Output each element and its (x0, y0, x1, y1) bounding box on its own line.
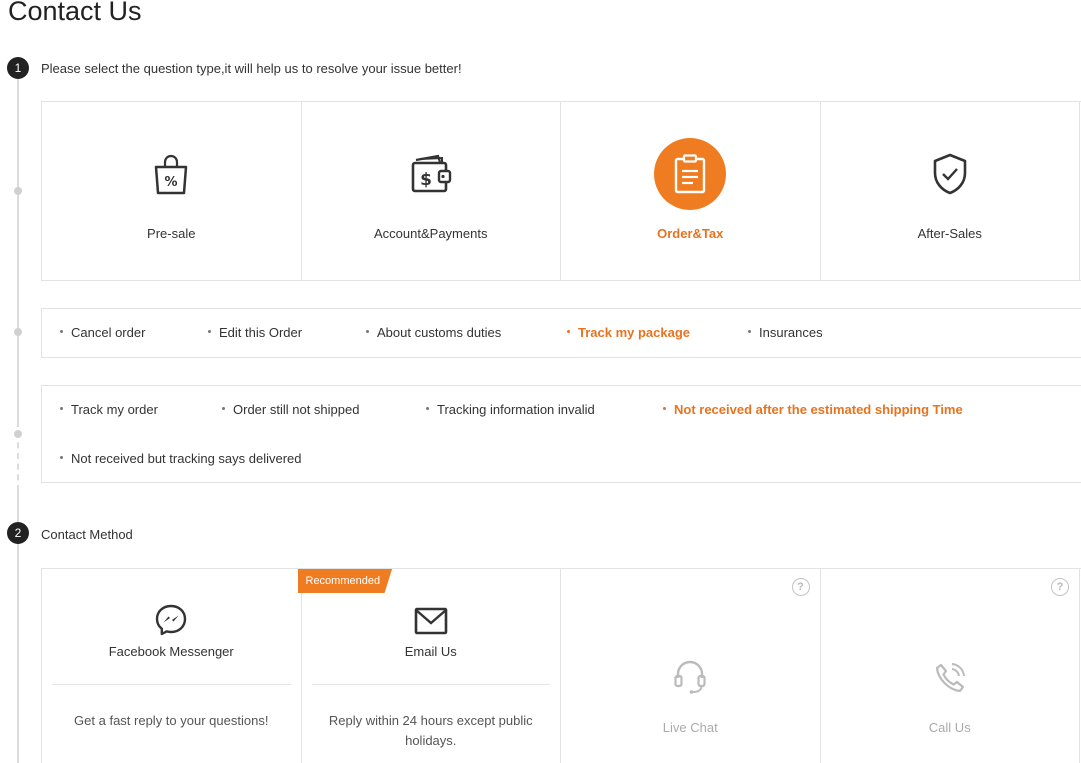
shield-check-icon (914, 138, 986, 210)
option-label: Not received but tracking says delivered (71, 451, 302, 466)
option-cancel-order[interactable]: Cancel order (60, 325, 145, 340)
package-issue-options: Track my order Order still not shipped T… (41, 385, 1081, 483)
category-label: Pre-sale (147, 226, 196, 241)
timeline-line (17, 78, 19, 421)
bullet (60, 456, 63, 460)
contact-description: Get a fast reply to your questions! (74, 713, 269, 728)
step-2-heading: Contact Method (41, 527, 133, 542)
clipboard-icon (654, 138, 727, 210)
step-2-badge: 2 (7, 522, 29, 544)
option-track-package[interactable]: Track my package (567, 325, 690, 340)
option-customs-duties[interactable]: About customs duties (366, 325, 501, 340)
contact-title: Facebook Messenger (108, 644, 234, 659)
shopping-bag-percent-icon: % (135, 138, 207, 210)
category-account-payments[interactable]: $ Account&Payments (302, 102, 561, 280)
option-label: Track my order (71, 402, 158, 417)
bullet (663, 407, 666, 411)
category-after-sales[interactable]: After-Sales (821, 102, 1080, 280)
option-label: Edit this Order (219, 325, 303, 340)
option-insurances[interactable]: Insurances (748, 325, 823, 340)
bullet (748, 330, 751, 334)
bullet (426, 407, 429, 411)
category-label: Account&Payments (374, 226, 488, 241)
step-1-badge: 1 (7, 57, 29, 79)
timeline-dot (14, 430, 22, 438)
timeline-dot (14, 328, 22, 336)
help-icon[interactable]: ? (1051, 578, 1069, 596)
bullet (222, 407, 225, 411)
option-label: Cancel order (71, 325, 146, 340)
messenger-icon (154, 603, 188, 642)
help-icon[interactable]: ? (791, 578, 810, 596)
timeline-line (17, 491, 19, 523)
bullet (60, 330, 63, 334)
option-label: Track my package (578, 325, 691, 340)
category-label: Order&Tax (657, 226, 724, 241)
option-label: Not received after the estimated shippin… (674, 402, 963, 417)
option-label: Order still not shipped (233, 402, 360, 417)
contact-call-us[interactable]: ? Call Us (821, 569, 1080, 763)
contact-title: Live Chat (662, 720, 718, 735)
bullet (60, 407, 63, 411)
divider (52, 684, 291, 685)
contact-description: Reply within 24 hours except public holi… (328, 713, 533, 748)
bullet (208, 330, 211, 334)
recommended-badge: Recommended (297, 569, 393, 593)
option-label: Insurances (759, 325, 823, 340)
option-track-order[interactable]: Track my order (60, 402, 158, 417)
contact-method-selector: Facebook Messenger Get a fast reply to y… (41, 568, 1081, 763)
category-order-tax[interactable]: Order&Tax (561, 102, 821, 280)
option-not-received-delivered[interactable]: Not received but tracking says delivered (60, 451, 302, 466)
bullet (366, 330, 369, 334)
option-edit-order[interactable]: Edit this Order (208, 325, 302, 340)
option-not-shipped[interactable]: Order still not shipped (222, 402, 359, 417)
bullet (567, 330, 570, 334)
order-topic-options: Cancel order Edit this Order About custo… (41, 308, 1081, 358)
option-label: About customs duties (377, 325, 502, 340)
question-type-selector: % Pre-sale $ Account&Payments Order&Tax … (41, 101, 1081, 281)
contact-title: Email Us (404, 644, 457, 659)
phone-icon (933, 661, 967, 700)
page-title: Contact Us (8, 0, 142, 26)
headset-icon (673, 659, 707, 700)
timeline-dot (14, 187, 22, 195)
divider (311, 684, 550, 685)
option-tracking-invalid[interactable]: Tracking information invalid (426, 402, 595, 417)
contact-title: Call Us (928, 720, 971, 735)
wallet-dollar-icon: $ (395, 138, 467, 210)
contact-email[interactable]: Recommended Email Us Reply within 24 hou… (297, 569, 561, 763)
contact-facebook-messenger[interactable]: Facebook Messenger Get a fast reply to y… (42, 569, 302, 763)
option-label: Tracking information invalid (437, 402, 595, 417)
svg-text:$: $ (420, 170, 432, 190)
timeline-line (17, 544, 19, 763)
category-label: After-Sales (917, 226, 982, 241)
step-1-instruction: Please select the question type,it will … (41, 61, 462, 76)
envelope-icon (414, 607, 448, 640)
category-pre-sale[interactable]: % Pre-sale (42, 102, 302, 280)
option-not-received-estimated[interactable]: Not received after the estimated shippin… (663, 402, 963, 417)
contact-live-chat[interactable]: ? Live Chat (561, 569, 821, 763)
svg-text:%: % (165, 175, 178, 190)
